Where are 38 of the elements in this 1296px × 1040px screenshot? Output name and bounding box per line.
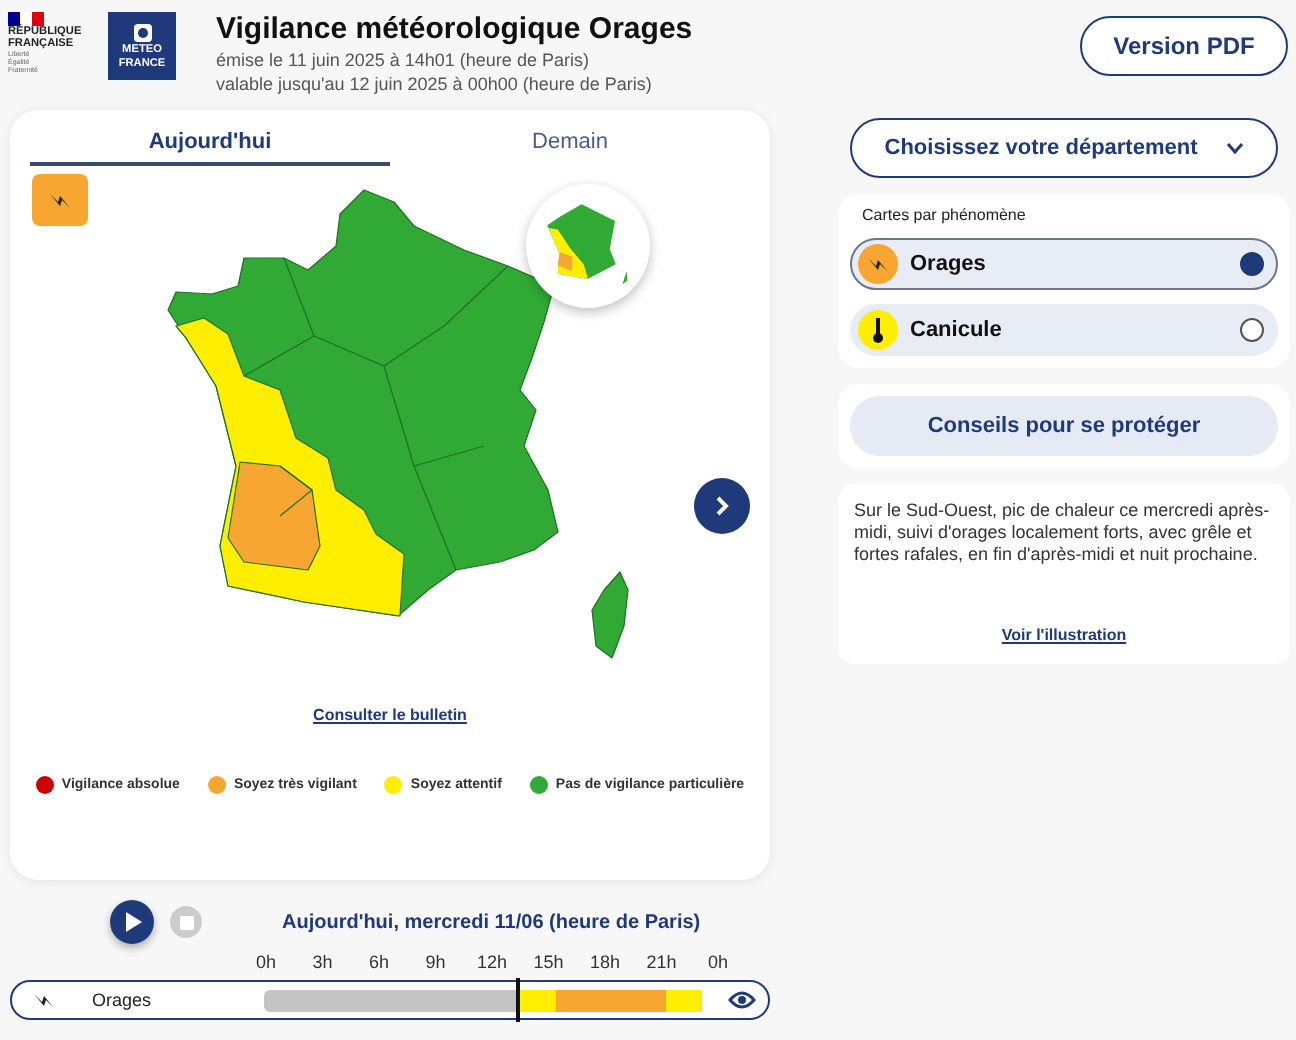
phenomenon-option[interactable]: Orages	[850, 238, 1278, 290]
pdf-button[interactable]: Version PDF	[1080, 16, 1288, 76]
forecast-text: Sur le Sud-Ouest, pic de chaleur ce mercredi après-midi, suivi d'orages localement forts, avec grêle et fortes rafales, en fin d'après-midi et nuit prochaine.	[854, 500, 1272, 566]
logo-mark-icon	[133, 23, 151, 41]
bulletin-link[interactable]: Consulter le bulletin	[313, 706, 467, 724]
page-title: Vigilance météorologique Orages	[216, 12, 695, 48]
department-select[interactable]: Choisissez votre département	[850, 118, 1278, 178]
phenomena-title: Cartes par phénomène	[862, 206, 1028, 224]
track-label: Orages	[92, 990, 154, 1010]
hour-label: 0h	[705, 952, 730, 972]
chevron-right-icon	[714, 496, 730, 516]
phenomenon-option[interactable]: Canicule	[850, 304, 1278, 356]
day-tab[interactable]: Aujourd'hui	[30, 122, 390, 166]
hour-label: 6h	[366, 952, 391, 972]
hour-label: 15h	[531, 952, 566, 972]
day-tab[interactable]: Demain	[390, 122, 750, 166]
hour-label: 3h	[310, 952, 335, 972]
hour-label: 21h	[644, 952, 679, 972]
thermometer-icon	[870, 316, 886, 344]
eye-icon[interactable]	[728, 990, 756, 1010]
play-icon	[123, 912, 141, 932]
hour-label: 0h	[253, 952, 278, 972]
stop-icon	[179, 915, 193, 929]
chevron-down-icon	[1225, 142, 1244, 154]
flag-icon	[8, 12, 44, 26]
radio-button[interactable]	[1240, 318, 1264, 342]
hour-label: 9h	[423, 952, 448, 972]
timeline-date: Aujourd'hui, mercredi 11/06 (heure de Paris)	[282, 911, 701, 933]
next-button[interactable]	[694, 478, 750, 534]
hour-label: 18h	[587, 952, 623, 972]
play-button[interactable]	[110, 900, 154, 944]
advice-button[interactable]: Conseils pour se protéger	[850, 396, 1278, 456]
valid-text: valable jusqu'au 12 juin 2025 à 00h00 (heure de Paris)	[216, 72, 654, 96]
illustration-link[interactable]: Voir l'illustration	[1001, 626, 1127, 644]
mini-map[interactable]	[526, 184, 650, 308]
radio-button[interactable]	[1240, 252, 1264, 276]
hour-label: 12h	[474, 952, 510, 972]
issued-text: émise le 11 juin 2025 à 14h01 (heure de Paris)	[216, 48, 591, 72]
